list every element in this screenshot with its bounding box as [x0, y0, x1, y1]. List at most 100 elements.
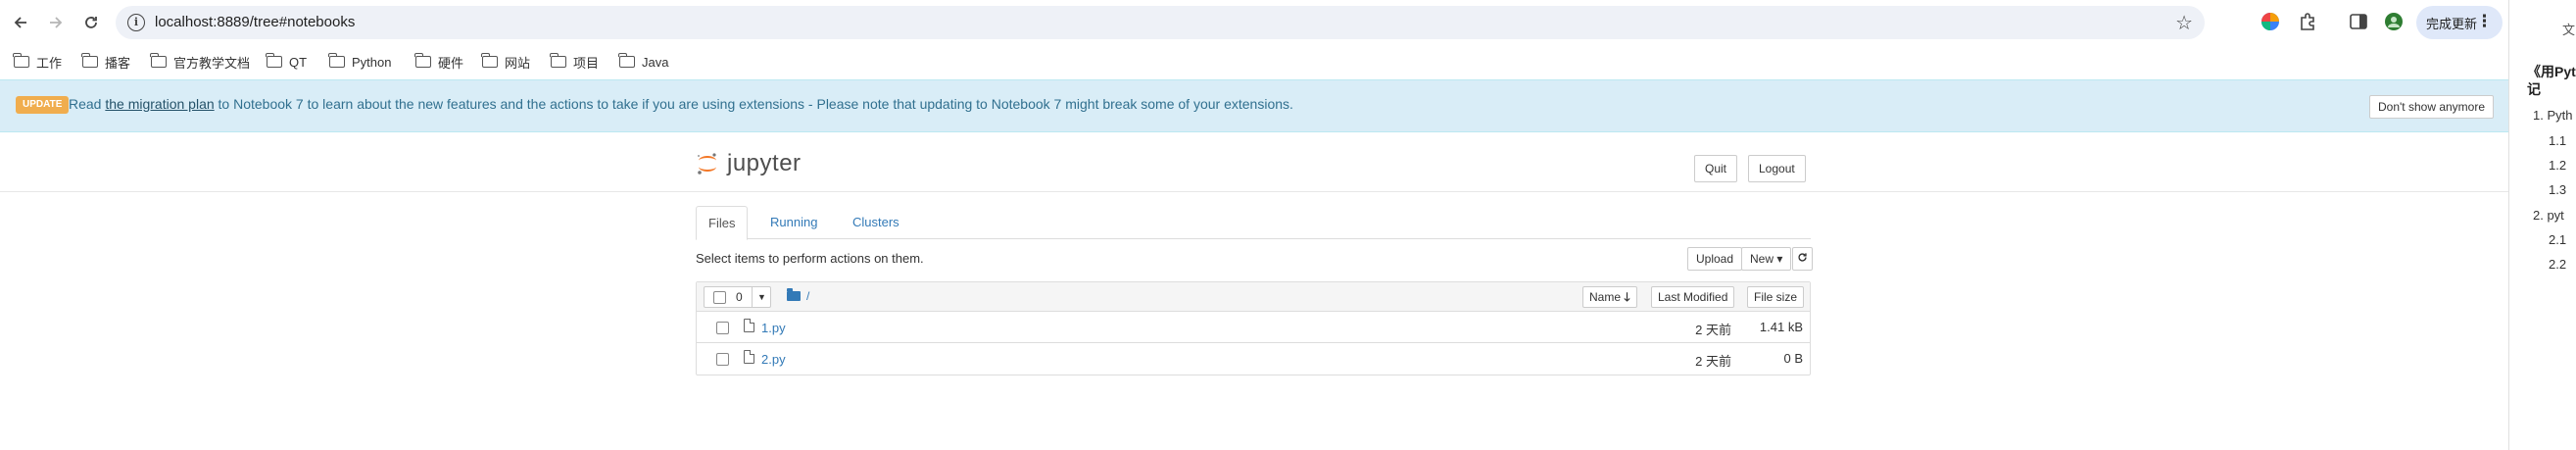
- update-badge: UPDATE: [16, 96, 70, 114]
- dont-show-anymore-button[interactable]: Don't show anymore: [2369, 95, 2495, 119]
- outline-item[interactable]: 2.1: [2549, 232, 2566, 247]
- bookmark-folder[interactable]: Python: [328, 51, 392, 73]
- update-label: 完成更新: [2426, 16, 2478, 31]
- file-icon: [744, 319, 754, 332]
- outline-item[interactable]: 1.2: [2549, 158, 2566, 173]
- tab-running[interactable]: Running: [758, 206, 829, 239]
- outline-item[interactable]: 1. Pyth: [2533, 108, 2572, 123]
- selected-count: 0: [736, 290, 743, 304]
- select-all-dropdown[interactable]: 0 ▼: [704, 286, 771, 308]
- outline-item[interactable]: 2.2: [2549, 257, 2566, 272]
- bookmark-label: Java: [642, 54, 669, 70]
- selection-hint: Select items to perform actions on them.: [696, 251, 924, 266]
- bookmark-label: 播客: [105, 55, 131, 71]
- file-link[interactable]: 1.py: [761, 321, 786, 335]
- tab-files[interactable]: Files: [696, 206, 749, 240]
- new-dropdown-button[interactable]: New ▾: [1741, 247, 1792, 271]
- file-size: 0 B: [1783, 351, 1803, 366]
- arrow-down-icon: 🡓: [1624, 290, 1630, 304]
- bookmark-folder[interactable]: 官方教学文档: [150, 51, 251, 73]
- refresh-button[interactable]: [1792, 247, 1813, 271]
- browser-update-button[interactable]: 完成更新 ⋮: [2416, 6, 2503, 39]
- outline-title-line: 《用Pyt: [2527, 64, 2576, 79]
- bookmarks-bar: 工作 播客 官方教学文档 QT Python 硬件 网站 项目 Java: [0, 45, 2508, 79]
- file-row[interactable]: 2.py 2 天前 0 B: [697, 343, 1810, 375]
- bookmark-label: 硬件: [438, 55, 464, 71]
- arrow-right-icon: [50, 17, 63, 28]
- folder-icon: [550, 53, 566, 68]
- address-bar-row: i localhost:8889/tree#notebooks ☆ 完成更新 ⋮: [0, 0, 2508, 45]
- banner-text-pre: Read: [69, 96, 102, 112]
- bookmark-label: Python: [352, 54, 392, 70]
- file-list: 0 ▼ / Name 🡓 Last Modified File size 1.p…: [696, 281, 1811, 375]
- folder-icon: [13, 53, 29, 68]
- extensions-puzzle-icon[interactable]: [2297, 11, 2318, 32]
- bookmark-folder[interactable]: 硬件: [414, 51, 464, 73]
- migration-plan-link[interactable]: the migration plan: [105, 96, 214, 112]
- profile-avatar-icon[interactable]: [2383, 11, 2405, 32]
- url-text[interactable]: localhost:8889/tree#notebooks: [155, 14, 355, 30]
- jupyter-logo-icon: [698, 153, 716, 175]
- arrow-left-icon: [14, 17, 26, 28]
- side-panel-top-text: 文: [2562, 23, 2576, 37]
- folder-icon: [481, 53, 498, 68]
- caret-down-icon[interactable]: ▼: [752, 287, 771, 307]
- forward-button[interactable]: [41, 8, 71, 37]
- file-modified: 2 天前: [1695, 323, 1731, 337]
- side-panel-icon[interactable]: [2348, 11, 2369, 32]
- file-link[interactable]: 2.py: [761, 352, 786, 367]
- breadcrumb-path: /: [806, 289, 810, 303]
- file-list-header: 0 ▼ / Name 🡓 Last Modified File size: [697, 282, 1810, 312]
- browser-chrome: i localhost:8889/tree#notebooks ☆ 完成更新 ⋮…: [0, 0, 2508, 79]
- migration-banner: UPDATE Read the migration plan to Notebo…: [0, 79, 2508, 132]
- refresh-icon: [1798, 253, 1807, 262]
- outline-item[interactable]: 2. pyt: [2533, 208, 2564, 223]
- bookmark-label: 项目: [573, 55, 600, 71]
- jupyter-logo-text: jupyter: [727, 150, 802, 176]
- row-checkbox[interactable]: [716, 353, 729, 366]
- bookmark-folder[interactable]: Java: [618, 51, 669, 73]
- sort-by-last-modified-button[interactable]: Last Modified: [1651, 286, 1735, 308]
- back-button[interactable]: [6, 8, 35, 37]
- reload-button[interactable]: [76, 8, 106, 37]
- file-modified: 2 天前: [1695, 354, 1731, 369]
- folder-icon: [150, 53, 167, 68]
- folder-icon: [618, 53, 635, 68]
- bookmark-label: 工作: [36, 55, 63, 71]
- banner-message: Read the migration plan to Notebook 7 to…: [69, 96, 1293, 112]
- bookmark-folder[interactable]: 工作: [13, 51, 63, 73]
- bookmark-folder[interactable]: 项目: [550, 51, 600, 73]
- select-all-checkbox[interactable]: [713, 291, 726, 304]
- row-checkbox[interactable]: [716, 322, 729, 334]
- bookmark-label: 网站: [505, 55, 531, 71]
- outline-title-line: 记: [2527, 81, 2541, 97]
- logout-button[interactable]: Logout: [1748, 155, 1806, 182]
- info-icon[interactable]: i: [127, 14, 145, 31]
- address-bar[interactable]: i localhost:8889/tree#notebooks ☆: [116, 6, 2205, 39]
- folder-icon: [414, 53, 431, 68]
- home-folder-icon: [787, 288, 801, 301]
- tab-clusters[interactable]: Clusters: [841, 206, 911, 239]
- quit-button[interactable]: Quit: [1694, 155, 1738, 182]
- side-outline-panel: 文 《用Pyt 记 1. Pyth 1.1 1.2 1.3 2. pyt 2.1 …: [2508, 0, 2576, 450]
- bookmark-label: QT: [289, 54, 308, 70]
- sort-by-name-button[interactable]: Name 🡓: [1582, 286, 1637, 308]
- column-name-label: Name: [1589, 290, 1622, 304]
- outline-item[interactable]: 1.3: [2549, 182, 2566, 197]
- file-row[interactable]: 1.py 2 天前 1.41 kB: [697, 312, 1810, 343]
- bookmark-folder[interactable]: 播客: [81, 51, 131, 73]
- folder-icon: [81, 53, 98, 68]
- upload-button[interactable]: Upload: [1687, 247, 1743, 271]
- bookmark-folder[interactable]: 网站: [481, 51, 531, 73]
- breadcrumb[interactable]: /: [787, 288, 810, 303]
- outline-item[interactable]: 1.1: [2549, 133, 2566, 148]
- jupyter-logo[interactable]: jupyter: [696, 150, 802, 177]
- bookmark-label: 官方教学文档: [173, 55, 251, 71]
- file-icon: [744, 350, 754, 364]
- sort-by-file-size-button[interactable]: File size: [1747, 286, 1805, 308]
- outline-title: 《用Pyt 记: [2527, 63, 2576, 98]
- extension-colorful-icon[interactable]: [2260, 11, 2281, 32]
- menu-dots-icon: ⋮: [2476, 12, 2493, 30]
- bookmark-star-icon[interactable]: ☆: [2175, 11, 2193, 35]
- bookmark-folder[interactable]: QT: [266, 51, 308, 73]
